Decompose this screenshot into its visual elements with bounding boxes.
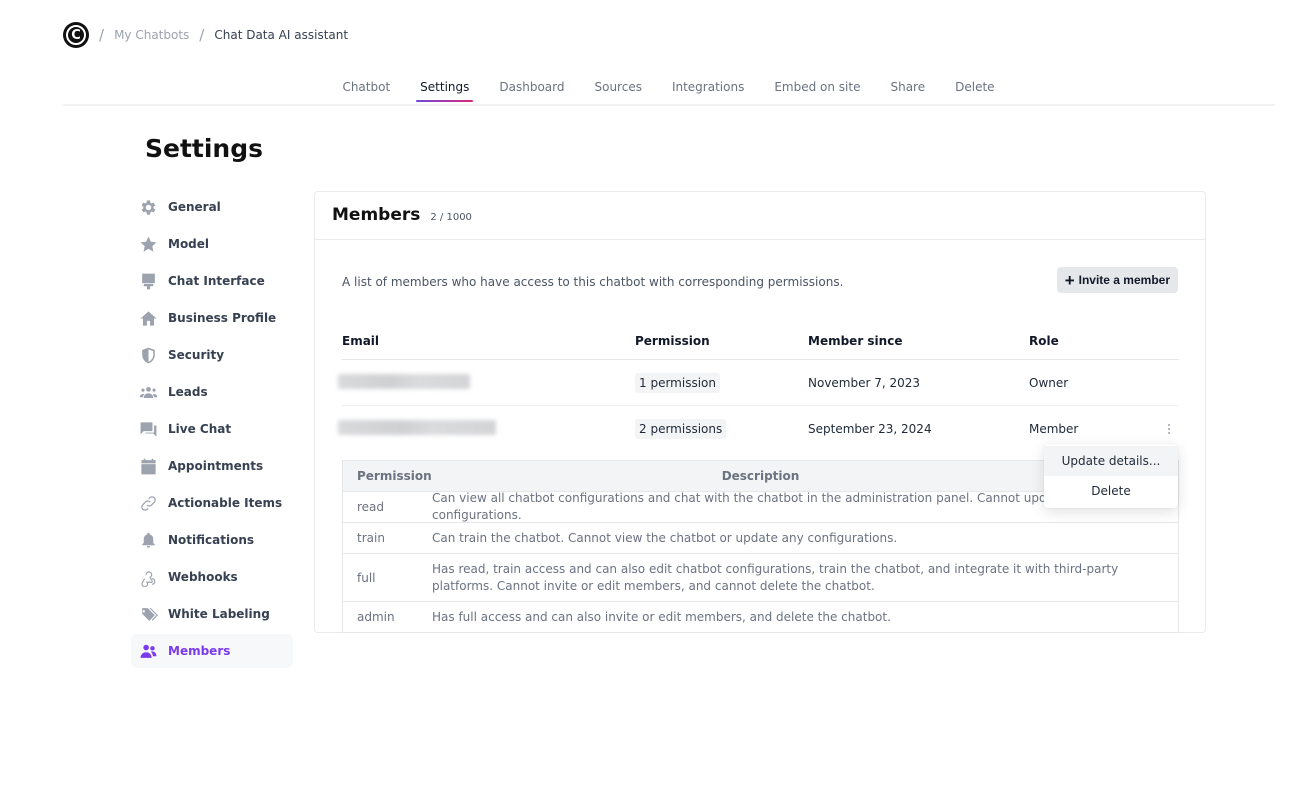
sidebar-item-chat-interface[interactable]: Chat Interface (131, 264, 293, 298)
sidebar-item-security[interactable]: Security (131, 338, 293, 372)
tags-icon (138, 604, 158, 624)
members-table: Email Permission Member since Role 1 per… (338, 322, 1179, 452)
row-actions-menu: Update details... Delete (1044, 444, 1178, 508)
tabs-divider (63, 104, 1275, 106)
link-icon (138, 493, 158, 513)
permission-name: train (357, 531, 385, 545)
member-since: September 23, 2024 (808, 422, 932, 436)
sidebar-item-model[interactable]: Model (131, 227, 293, 261)
table-row: 1 permission November 7, 2023 Owner (338, 360, 1179, 406)
sidebar-item-label: General (168, 200, 221, 214)
column-header-member-since: Member since (808, 333, 903, 348)
tab-chatbot[interactable]: Chatbot (340, 76, 392, 102)
sidebar-item-label: Business Profile (168, 311, 277, 325)
plus-icon: + (1064, 270, 1075, 290)
sidebar-item-white-labeling[interactable]: White Labeling (131, 597, 293, 631)
members-description: A list of members who have access to thi… (342, 275, 844, 289)
shield-icon (138, 345, 158, 365)
column-header-role: Role (1029, 333, 1059, 348)
permission-name: full (357, 570, 376, 585)
tab-sources[interactable]: Sources (592, 76, 643, 102)
sidebar-item-label: Leads (168, 385, 208, 399)
tab-share[interactable]: Share (888, 76, 927, 102)
members-card-header: Members 2 / 1000 (315, 192, 1205, 240)
chat-bubbles-icon (138, 419, 158, 439)
members-count: 2 / 1000 (430, 212, 472, 223)
permission-name: read (357, 500, 385, 514)
sidebar-item-label: Live Chat (168, 422, 232, 436)
sidebar-item-label: White Labeling (168, 607, 270, 621)
home-icon (138, 308, 158, 328)
permission-description: Has full access and can also invite or e… (432, 609, 891, 624)
tab-delete[interactable]: Delete (953, 76, 996, 102)
breadcrumb-separator: / (99, 26, 105, 44)
users-group-icon (138, 382, 158, 402)
tab-settings[interactable]: Settings (416, 76, 474, 102)
column-header-permission: Permission (635, 333, 710, 348)
tab-bar: Chatbot Settings Dashboard Sources Integ… (0, 76, 1299, 102)
logo-icon[interactable]: C (63, 22, 89, 48)
permission-badge[interactable]: 2 permissions (635, 419, 727, 439)
sidebar-item-label: Appointments (168, 459, 264, 473)
members-icon (138, 641, 158, 661)
members-table-header: Email Permission Member since Role (342, 322, 1179, 360)
calendar-icon (138, 456, 158, 476)
permission-description: Has read, train access and can also edit… (432, 561, 1119, 593)
invite-member-label: Invite a member (1078, 273, 1170, 287)
invite-member-button[interactable]: + Invite a member (1056, 267, 1178, 293)
permission-row: full Has read, train access and can also… (343, 554, 1178, 602)
settings-sidebar: General Model Chat Interface Business Pr… (131, 190, 293, 671)
member-since: November 7, 2023 (808, 375, 921, 390)
sidebar-item-actionable-items[interactable]: Actionable Items (131, 486, 293, 520)
tab-embed-on-site[interactable]: Embed on site (772, 76, 862, 102)
page-title: Settings (145, 134, 264, 163)
column-header-email: Email (342, 333, 380, 348)
sidebar-item-general[interactable]: General (131, 190, 293, 224)
permission-description: Can train the chatbot. Cannot view the c… (432, 530, 898, 545)
tab-integrations[interactable]: Integrations (670, 76, 746, 102)
member-role: Owner (1029, 375, 1069, 390)
tab-dashboard[interactable]: Dashboard (497, 76, 566, 102)
sidebar-item-label: Model (168, 237, 210, 251)
row-actions-kebab-icon[interactable] (1163, 420, 1175, 438)
webhook-icon (138, 567, 158, 587)
star-icon (138, 234, 158, 254)
sidebar-item-label: Chat Interface (168, 274, 265, 288)
breadcrumb-my-chatbots[interactable]: My Chatbots (114, 28, 189, 42)
member-email-redacted (338, 420, 635, 438)
sidebar-item-label: Members (168, 644, 231, 658)
breadcrumb: C / My Chatbots / Chat Data AI assistant (63, 22, 348, 48)
sidebar-item-label: Webhooks (168, 570, 238, 584)
sidebar-item-notifications[interactable]: Notifications (131, 523, 293, 557)
member-email-redacted (338, 373, 635, 392)
sidebar-item-webhooks[interactable]: Webhooks (131, 560, 293, 594)
sidebar-item-appointments[interactable]: Appointments (131, 449, 293, 483)
sidebar-item-business-profile[interactable]: Business Profile (131, 301, 293, 335)
permission-row: admin Has full access and can also invit… (343, 602, 1178, 633)
sidebar-item-leads[interactable]: Leads (131, 375, 293, 409)
members-card: Members 2 / 1000 A list of members who h… (314, 191, 1206, 633)
breadcrumb-separator: / (199, 26, 205, 44)
permission-name: admin (357, 610, 395, 624)
gear-icon (138, 197, 158, 217)
menu-item-delete[interactable]: Delete (1044, 476, 1178, 506)
bell-icon (138, 530, 158, 550)
chat-interface-icon (138, 271, 158, 291)
menu-item-update-details[interactable]: Update details... (1044, 446, 1178, 476)
sidebar-item-label: Security (168, 348, 225, 362)
breadcrumb-current: Chat Data AI assistant (214, 28, 349, 42)
member-role: Member (1029, 422, 1079, 436)
sidebar-item-members[interactable]: Members (131, 634, 293, 668)
permission-badge[interactable]: 1 permission (635, 372, 720, 393)
sidebar-item-live-chat[interactable]: Live Chat (131, 412, 293, 446)
members-title: Members (332, 205, 421, 225)
sidebar-item-label: Actionable Items (168, 496, 283, 510)
permission-row: train Can train the chatbot. Cannot view… (343, 523, 1178, 554)
sidebar-item-label: Notifications (168, 533, 255, 547)
logo-letter: C (66, 25, 86, 45)
